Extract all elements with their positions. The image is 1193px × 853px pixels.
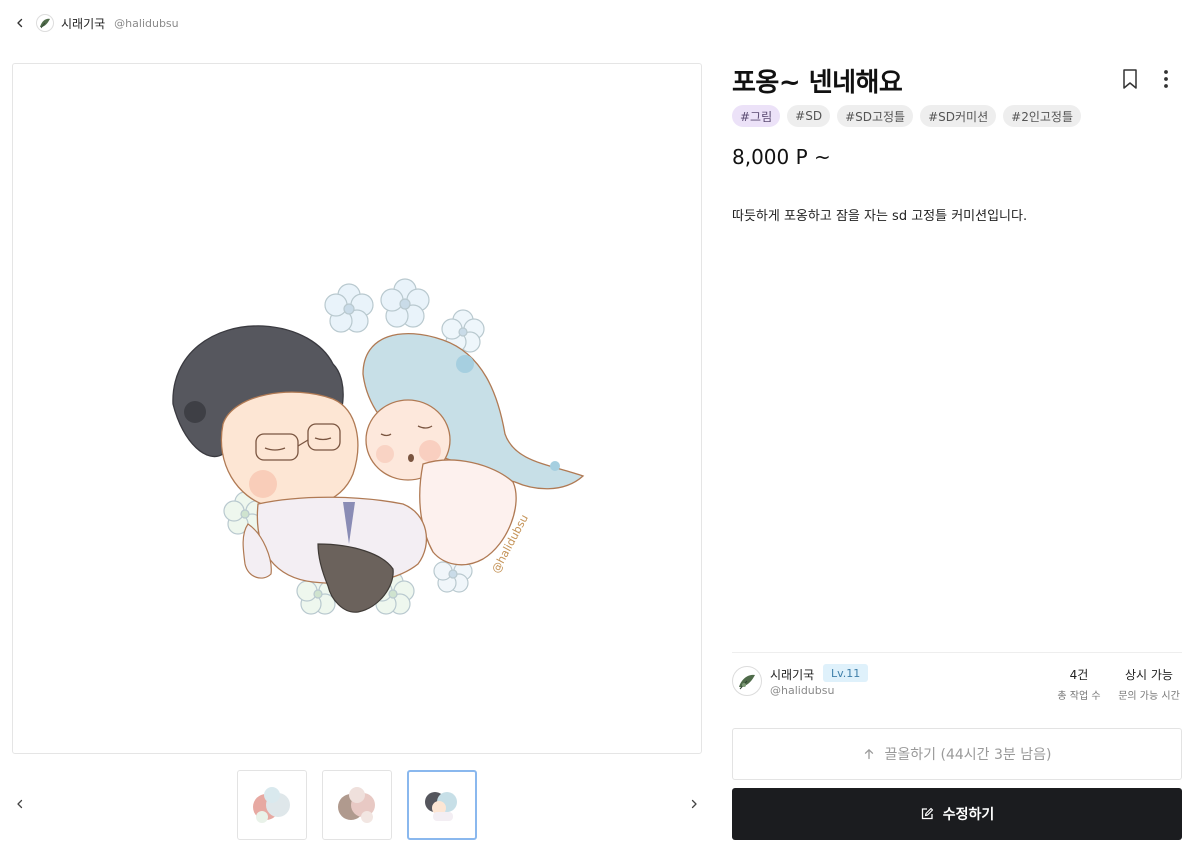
product-description: 따듯하게 포옹하고 잠을 자는 sd 고정틀 커미션입니다. xyxy=(732,209,1028,224)
thumbnail-2[interactable] xyxy=(322,770,392,840)
prev-image-button[interactable] xyxy=(12,796,28,812)
tag-item[interactable]: #2인고정틀 xyxy=(1003,105,1082,127)
inquiry-label: 문의 가능 시간 xyxy=(1118,691,1180,702)
works-stat: 4건 총 작업 수 xyxy=(1054,666,1104,702)
thumbnail-1[interactable] xyxy=(237,770,307,840)
edit-label: 수정하기 xyxy=(942,807,995,823)
product-artwork: @halidubsu xyxy=(172,278,585,615)
tag-item[interactable]: #SD xyxy=(787,105,831,127)
back-button[interactable] xyxy=(12,15,28,31)
product-detail-panel: 포옹~ 넨네해요 #그림 #SD #SD고정틀 #SD커미션 #2인고정틀 8,… xyxy=(732,0,1182,853)
seller-handle: @halidubsu xyxy=(770,684,835,697)
product-title: 포옹~ 넨네해요 xyxy=(732,68,903,98)
chevron-left-icon xyxy=(17,18,23,28)
chevron-left-icon xyxy=(17,799,23,809)
divider xyxy=(732,652,1182,653)
more-options-button[interactable] xyxy=(1156,68,1176,90)
arrow-up-icon xyxy=(863,748,875,760)
edit-button[interactable]: 수정하기 xyxy=(732,788,1182,840)
tag-list: #그림 #SD #SD고정틀 #SD커미션 #2인고정틀 xyxy=(732,105,1082,127)
bump-button[interactable]: 끌올하기 (44시간 3분 남음) xyxy=(732,728,1182,780)
bookmark-button[interactable] xyxy=(1120,68,1140,90)
works-label: 총 작업 수 xyxy=(1057,691,1101,702)
inquiry-stat: 상시 가능 문의 가능 시간 xyxy=(1116,666,1182,702)
tag-item[interactable]: #SD고정틀 xyxy=(837,105,914,127)
shop-avatar[interactable] xyxy=(36,14,54,32)
tag-item[interactable]: #SD커미션 xyxy=(920,105,997,127)
shop-name[interactable]: 시래기국 xyxy=(61,15,105,32)
level-badge: Lv.11 xyxy=(823,664,869,682)
shop-handle: @halidubsu xyxy=(114,16,179,30)
next-image-button[interactable] xyxy=(686,796,702,812)
seller-name[interactable]: 시래기국 xyxy=(770,666,814,683)
works-count: 4건 xyxy=(1069,668,1089,682)
seller-avatar[interactable] xyxy=(732,666,762,696)
product-price: 8,000 P ~ xyxy=(732,145,831,169)
inquiry-value: 상시 가능 xyxy=(1125,668,1173,682)
edit-icon xyxy=(920,807,934,821)
main-image-frame: @halidubsu xyxy=(12,63,702,754)
bookmark-icon xyxy=(1123,69,1137,89)
bump-label: 끌올하기 (44시간 3분 남음) xyxy=(884,747,1052,763)
more-vertical-icon xyxy=(1164,70,1168,88)
thumbnail-3[interactable] xyxy=(407,770,477,840)
thumbnail-strip xyxy=(12,768,702,842)
tag-item[interactable]: #그림 xyxy=(732,105,781,127)
seller-info: 시래기국 Lv.11 @halidubsu 4건 총 작업 수 상시 가능 문의… xyxy=(732,664,1182,704)
chevron-right-icon xyxy=(691,799,697,809)
